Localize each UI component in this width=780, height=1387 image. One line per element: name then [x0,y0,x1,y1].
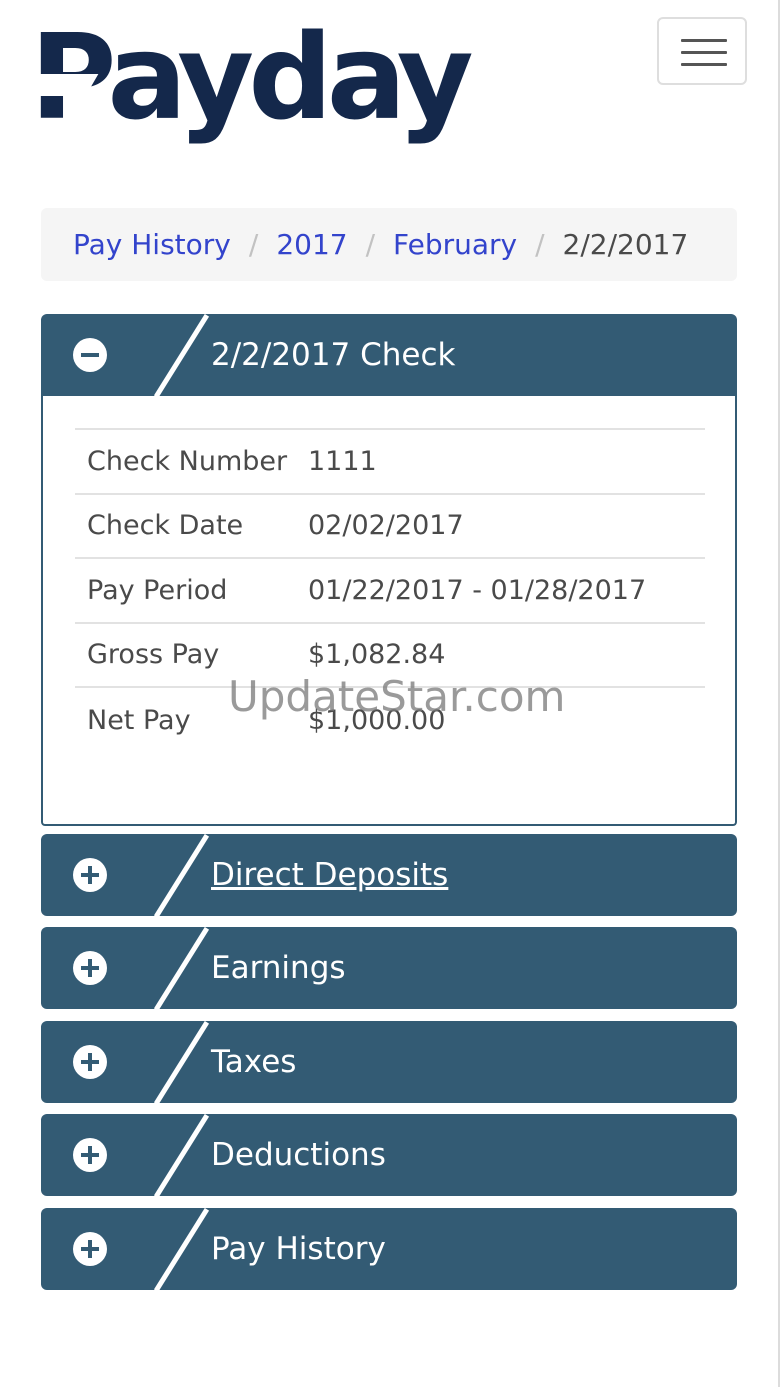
plus-circle-icon[interactable] [73,1045,107,1079]
plus-circle-icon[interactable] [73,1232,107,1266]
table-row: Check Date 02/02/2017 [75,495,705,559]
check-panel-body: Check Number 1111 Check Date 02/02/2017 … [41,396,737,826]
breadcrumb-separator: / [365,228,376,261]
slash-divider [153,834,210,916]
row-label: Net Pay [87,704,191,736]
row-value: $1,082.84 [308,639,446,671]
plus-circle-icon[interactable] [73,1138,107,1172]
section-deductions[interactable]: Deductions [41,1114,737,1196]
row-value: 1111 [308,445,377,477]
breadcrumb-year[interactable]: 2017 [276,228,347,261]
row-label: Gross Pay [87,639,220,671]
hamburger-menu-icon[interactable] [657,17,747,85]
section-pay-history[interactable]: Pay History [41,1208,737,1290]
table-row: Net Pay $1,000.00 [75,688,705,753]
payday-logo[interactable]: Payday [25,18,474,136]
breadcrumb: Pay History / 2017 / February / 2/2/2017 [41,208,737,281]
section-title: Deductions [211,1137,386,1173]
row-label: Check Date [87,510,244,542]
section-title: Pay History [211,1231,386,1267]
slash-divider [153,1021,210,1103]
table-row: Gross Pay $1,082.84 [75,624,705,688]
check-panel-title: 2/2/2017 Check [211,337,456,373]
breadcrumb-separator: / [535,228,545,261]
payday-page: Payday Pay History / 2017 / February / 2… [0,0,780,1387]
minus-circle-icon[interactable] [73,338,107,372]
breadcrumb-pay-history[interactable]: Pay History [73,228,231,261]
row-label: Pay Period [87,574,228,606]
section-title: Taxes [211,1044,297,1080]
plus-circle-icon[interactable] [73,951,107,985]
row-value: 02/02/2017 [308,510,464,542]
slash-divider [153,314,210,396]
table-row: Check Number 1111 [75,430,705,495]
slash-divider [153,927,210,1009]
plus-circle-icon[interactable] [73,858,107,892]
section-direct-deposits[interactable]: Direct Deposits [41,834,737,916]
section-taxes[interactable]: Taxes [41,1021,737,1103]
breadcrumb-current: 2/2/2017 [562,228,689,261]
check-panel-header[interactable]: 2/2/2017 Check [41,314,737,396]
row-value: $1,000.00 [308,704,446,736]
check-details-table: Check Number 1111 Check Date 02/02/2017 … [75,428,705,753]
table-row: Pay Period 01/22/2017 - 01/28/2017 [75,559,705,624]
section-earnings[interactable]: Earnings [41,927,737,1009]
breadcrumb-month[interactable]: February [393,228,517,261]
breadcrumb-separator: / [248,228,259,261]
row-value: 01/22/2017 - 01/28/2017 [308,574,647,606]
slash-divider [153,1208,210,1290]
section-title: Earnings [211,950,346,986]
slash-divider [153,1114,210,1196]
section-title[interactable]: Direct Deposits [211,834,448,916]
row-label: Check Number [87,445,288,477]
